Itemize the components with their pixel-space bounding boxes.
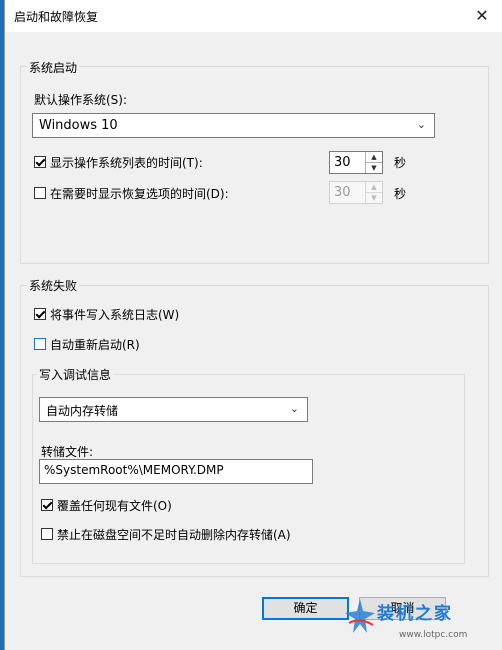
show-os-list-label: 显示操作系统列表的时间(T): [50,156,203,170]
triangle-down-icon[interactable]: ▼ [366,163,382,174]
triangle-down-icon[interactable]: ▼ [366,193,382,204]
triangle-up-icon[interactable]: ▲ [366,152,382,163]
dump-file-label: 转储文件: [41,445,94,459]
watermark-name: 装机之家 [377,604,453,624]
ok-button[interactable]: 确定 [262,597,349,620]
disable-auto-delete-label: 禁止在磁盘空间不足时自动删除内存转储(A) [57,528,291,542]
site-watermark: 装机之家 www.lotpc.com [343,597,498,649]
watermark-url: www.lotpc.com [399,630,468,640]
show-os-list-seconds-value: 30 [334,155,351,170]
default-os-value: Windows 10 [39,118,118,133]
system-startup-group-label: 系统启动 [27,59,80,76]
overwrite-checkbox[interactable] [41,499,53,511]
dialog-title: 启动和故障恢复 [14,10,99,24]
dump-file-input[interactable]: %SystemRoot%\MEMORY.DMP [39,459,313,484]
write-event-label: 将事件写入系统日志(W) [50,308,180,322]
show-os-list-checkbox[interactable] [34,156,46,168]
dump-file-value: %SystemRoot%\MEMORY.DMP [44,463,224,477]
auto-restart-checkbox[interactable] [34,338,46,350]
startup-recovery-dialog: 启动和故障恢复 ✕ 系统启动 默认操作系统(S): Windows 10 ⌄ 显… [5,0,502,650]
show-os-list-unit: 秒 [394,156,407,170]
show-recovery-checkbox[interactable] [34,187,46,199]
dump-type-select[interactable]: 自动内存转储 ⌄ [39,397,308,422]
close-icon[interactable]: ✕ [467,2,497,30]
default-os-label: 默认操作系统(S): [34,93,128,107]
show-os-list-seconds-spinner[interactable]: 30 ▲ ▼ [329,151,383,174]
chevron-down-icon: ⌄ [289,402,299,415]
disable-auto-delete-checkbox[interactable] [41,528,53,540]
show-recovery-seconds-spinner[interactable]: 30 ▲ ▼ [329,181,383,204]
watermark-logo-icon [345,599,375,633]
show-recovery-label: 在需要时显示恢复选项的时间(D): [50,187,229,201]
chevron-down-icon: ⌄ [416,118,426,131]
debug-info-group-label: 写入调试信息 [37,366,114,383]
show-recovery-unit: 秒 [394,187,407,201]
title-bar[interactable]: 启动和故障恢复 ✕ [5,0,502,32]
system-failure-group-label: 系统失败 [27,277,80,294]
show-recovery-seconds-value: 30 [334,185,351,200]
write-event-checkbox[interactable] [34,308,46,320]
auto-restart-label: 自动重新启动(R) [50,338,140,352]
dump-type-value: 自动内存转储 [46,404,119,418]
default-os-select[interactable]: Windows 10 ⌄ [32,113,435,138]
overwrite-label: 覆盖任何现有文件(O) [57,499,172,513]
triangle-up-icon[interactable]: ▲ [366,182,382,193]
